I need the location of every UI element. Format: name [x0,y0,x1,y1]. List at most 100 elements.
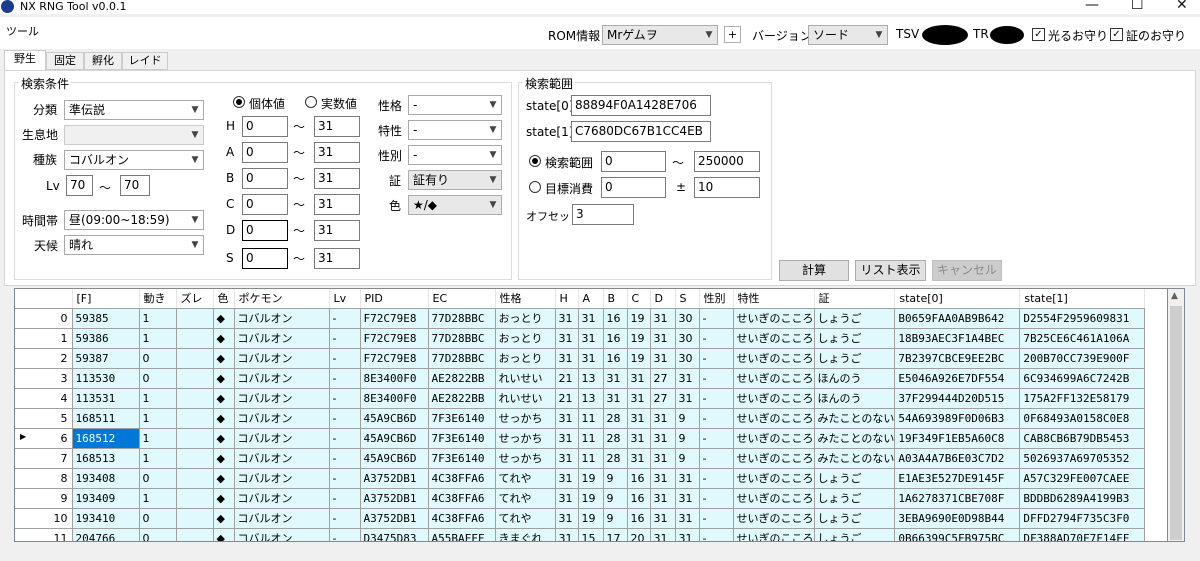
column-header[interactable]: Lv [329,289,361,309]
grid-cell[interactable]: ◆ [213,368,235,389]
grid-cell[interactable]: てれや [495,508,556,529]
grid-cell[interactable]: - [699,308,734,329]
column-header[interactable]: ポケモン [234,289,330,309]
grid-cell[interactable]: コバルオン [234,348,330,369]
grid-cell[interactable]: - [329,448,361,469]
grid-cell[interactable]: 1 [139,428,177,449]
table-row[interactable]: 4 113531 1 ◆ コバルオン -8E3400F0 AE2822BB れいせい 21 13 3… [15,388,1146,409]
grid-cell[interactable]: - [329,348,361,369]
grid-cell[interactable]: コバルオン [234,308,330,329]
grid-cell[interactable]: 0B66399C5FB975BC [894,528,1021,541]
grid-cell[interactable]: AE2822BB [428,388,496,409]
column-header[interactable]: 性格 [495,289,556,309]
grid-cell[interactable]: - [329,508,361,529]
grid-cell[interactable]: 77D28BBC [428,308,496,329]
grid-cell[interactable]: ◆ [213,488,235,509]
grid-cell[interactable]: せいぎのこころ [733,528,815,541]
grid-cell[interactable]: 0 [139,528,177,541]
grid-cell[interactable]: 1 [139,488,177,509]
column-header[interactable]: B [603,289,628,309]
grid-cell[interactable]: 77D28BBC [428,348,496,369]
grid-cell[interactable]: せいぎのこころ [733,508,815,529]
menu-tools[interactable]: ツール [6,23,39,39]
grid-cell[interactable]: - [699,528,734,541]
table-row[interactable]: 7 168513 1 ◆ コバルオン -45A9CB6D 7F3E6140 せっかち 31 11 2… [15,448,1146,469]
tab-egg[interactable]: 孵化 [84,52,122,70]
grid-cell[interactable] [176,508,214,529]
table-row[interactable]: 10 193410 0 ◆ コバルオン - A3752DB1 4C38FFA6 てれや 31 19 9… [15,508,1146,529]
table-row[interactable]: 2 59387 0 ◆ コバルオン - F72C79E8 77D28BBC おっとり 31 31 16… [15,348,1146,369]
grid-cell[interactable]: みたことのない [814,428,896,449]
table-row[interactable]: 11 204766 0 ◆ コバルオン - D3475D83 A55BAFFF きまぐれ 31 15… [15,528,1146,541]
grid-cell[interactable]: 54A693989F0D06B3 [894,408,1021,429]
grid-cell[interactable]: ◆ [213,308,235,329]
grid-cell[interactable] [176,488,214,509]
grid-cell[interactable]: - [699,508,734,529]
grid-cell[interactable]: - [699,468,734,489]
habitat-select[interactable]: ▼ [64,125,204,145]
grid-cell[interactable]: ◆ [213,508,235,529]
grid-cell[interactable]: - [329,468,361,489]
stat-a-max-input[interactable]: 31 [314,142,360,163]
grid-cell[interactable]: 4C38FFA6 [428,468,496,489]
grid-cell[interactable]: 31 [627,448,651,469]
grid-cell[interactable]: 31 [578,328,604,349]
grid-cell[interactable]: 30 [675,348,700,369]
grid-cell[interactable]: E1AE3E527DE9145F [894,468,1021,489]
grid-cell[interactable]: 31 [650,348,676,369]
grid-cell[interactable]: 9 [675,448,700,469]
grid-cell[interactable]: 31 [675,468,700,489]
stat-d-max-input[interactable]: 31 [314,220,360,241]
grid-cell[interactable]: コバルオン [234,508,330,529]
grid-cell[interactable]: 21 [555,388,579,409]
grid-cell[interactable]: 113531 [72,388,140,409]
close-icon[interactable]: ✕ [1176,0,1188,13]
list-button[interactable]: リスト表示 [855,260,926,281]
grid-cell[interactable]: みたことのない [814,408,896,429]
iv-radio[interactable] [233,96,245,108]
grid-cell[interactable]: コバルオン [234,328,330,349]
grid-cell[interactable]: - [329,308,361,329]
grid-cell[interactable]: A3752DB1 [360,468,429,489]
grid-cell[interactable]: 11 [578,408,604,429]
grid-cell[interactable]: DF388AD70F7F14FF [1019,528,1146,541]
grid-cell[interactable]: コバルオン [234,528,330,541]
grid-cell[interactable]: 0 [139,348,177,369]
grid-cell[interactable] [176,428,214,449]
cancel-button[interactable]: キャンセル [932,260,1002,281]
grid-cell[interactable]: A3752DB1 [360,508,429,529]
grid-cell[interactable]: しょうご [814,328,896,349]
grid-cell[interactable]: コバルオン [234,368,330,389]
grid-cell[interactable]: ◆ [213,528,235,541]
grid-cell[interactable]: 31 [627,388,651,409]
grid-cell[interactable]: D3475D83 [360,528,429,541]
grid-cell[interactable]: 8E3400F0 [360,368,429,389]
grid-cell[interactable]: 45A9CB6D [360,448,429,469]
row-index[interactable]: 2 [15,348,73,369]
grid-cell[interactable]: 21 [555,368,579,389]
grid-cell[interactable]: せいぎのこころ [733,328,815,349]
grid-cell[interactable]: 13 [578,368,604,389]
grid-cell[interactable]: 19 [578,508,604,529]
grid-cell[interactable]: 193410 [72,508,140,529]
row-index[interactable]: 9 [15,488,73,509]
grid-cell[interactable]: 1 [139,308,177,329]
grid-cell[interactable]: 7F3E6140 [428,428,496,449]
row-index[interactable]: 3 [15,368,73,389]
column-header[interactable]: C [627,289,651,309]
state1-input[interactable]: C7680DC67B1CC4EB [571,121,711,142]
grid-cell[interactable]: おっとり [495,348,556,369]
grid-cell[interactable]: 31 [650,308,676,329]
grid-cell[interactable]: 6C934699A6C7242B [1019,368,1146,389]
gender-select[interactable]: - ▼ [408,145,502,165]
grid-cell[interactable]: コバルオン [234,408,330,429]
grid-cell[interactable]: しょうご [814,468,896,489]
grid-cell[interactable] [176,468,214,489]
grid-cell[interactable]: A57C329FE007CAEE [1019,468,1146,489]
grid-cell[interactable]: ほんのう [814,388,896,409]
lv-min-input[interactable]: 70 [66,175,93,196]
grid-cell[interactable] [176,368,214,389]
grid-cell[interactable]: 31 [650,408,676,429]
column-header[interactable]: EC [428,289,496,309]
row-index[interactable]: 10 [15,508,73,529]
